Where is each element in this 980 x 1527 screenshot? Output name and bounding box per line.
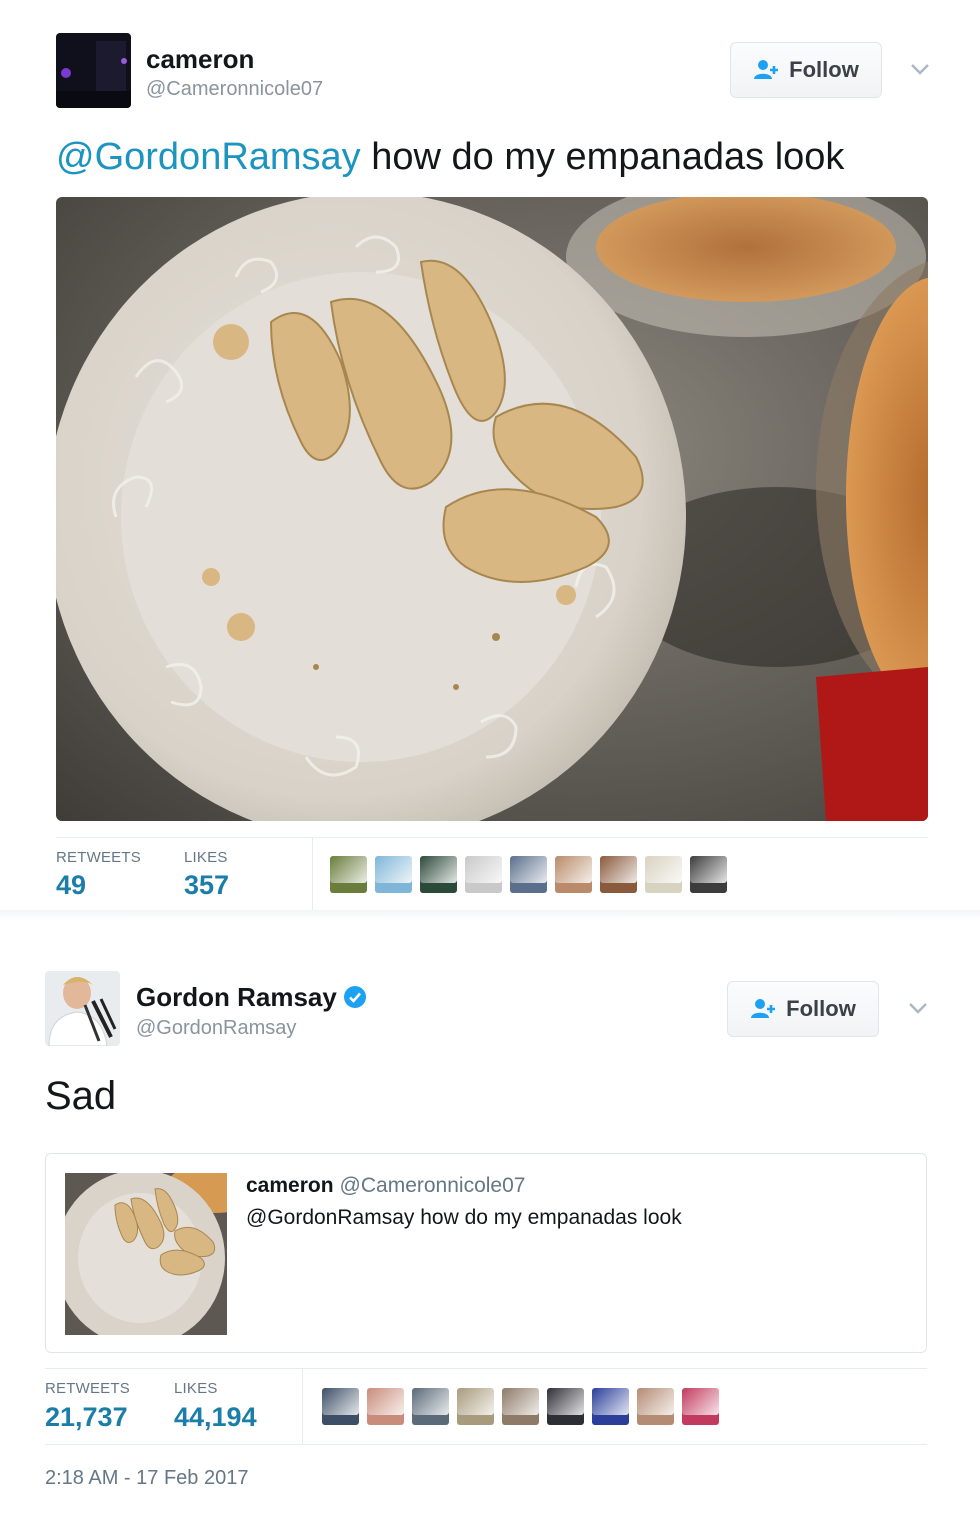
avatar[interactable] bbox=[56, 33, 131, 108]
liker-avatar[interactable] bbox=[682, 1388, 719, 1425]
liker-avatar[interactable] bbox=[555, 856, 592, 893]
display-name-text: Gordon Ramsay bbox=[136, 982, 337, 1012]
quoted-user[interactable]: cameron @Cameronnicole07 bbox=[246, 1174, 525, 1198]
liker-avatar[interactable] bbox=[420, 856, 457, 893]
avatar[interactable] bbox=[45, 971, 120, 1046]
follow-label: Follow bbox=[786, 996, 856, 1021]
user-handle[interactable]: @GordonRamsay bbox=[136, 1017, 296, 1040]
quoted-tweet-photo[interactable] bbox=[65, 1173, 227, 1335]
liker-avatar[interactable] bbox=[502, 1388, 539, 1425]
liker-avatar[interactable] bbox=[637, 1388, 674, 1425]
stats-top-divider bbox=[56, 837, 928, 838]
quoted-handle: @Cameronnicole07 bbox=[339, 1174, 526, 1197]
retweets-count[interactable]: 49 bbox=[56, 870, 86, 901]
tweet-cameron: cameron @Cameronnicole07 Follow @GordonR… bbox=[0, 0, 980, 912]
stats-vertical-divider bbox=[302, 1368, 303, 1444]
stats-top-divider bbox=[45, 1368, 927, 1369]
display-name[interactable]: Gordon Ramsay bbox=[136, 982, 367, 1013]
follow-button[interactable]: Follow bbox=[730, 42, 882, 98]
liker-avatars bbox=[322, 1388, 719, 1425]
mention-link[interactable]: @GordonRamsay bbox=[56, 136, 361, 178]
tweet-timestamp[interactable]: 2:18 AM - 17 Feb 2017 bbox=[45, 1467, 248, 1490]
quoted-display-name: cameron bbox=[246, 1174, 334, 1197]
tweet-text: Sad bbox=[45, 1074, 117, 1118]
liker-avatars bbox=[330, 856, 727, 893]
likes-count[interactable]: 44,194 bbox=[174, 1402, 257, 1433]
liker-avatar[interactable] bbox=[645, 856, 682, 893]
likes-label: LIKES bbox=[174, 1380, 218, 1397]
tweet-text: @GordonRamsay how do my empanadas look bbox=[56, 136, 844, 179]
quoted-tweet-card[interactable]: cameron @Cameronnicole07 @GordonRamsay ho… bbox=[45, 1153, 927, 1353]
liker-avatar[interactable] bbox=[330, 856, 367, 893]
display-name[interactable]: cameron bbox=[146, 44, 254, 75]
tweet-photo[interactable] bbox=[56, 197, 928, 821]
retweets-label: RETWEETS bbox=[45, 1380, 130, 1397]
tweet-gordon-ramsay: Gordon Ramsay @GordonRamsay Follow Sad c… bbox=[0, 918, 980, 1527]
liker-avatar[interactable] bbox=[547, 1388, 584, 1425]
liker-avatar[interactable] bbox=[322, 1388, 359, 1425]
liker-avatar[interactable] bbox=[600, 856, 637, 893]
stats-bottom-divider bbox=[45, 1444, 927, 1445]
user-handle[interactable]: @Cameronnicole07 bbox=[146, 78, 323, 101]
liker-avatar[interactable] bbox=[412, 1388, 449, 1425]
verified-badge-icon bbox=[343, 986, 366, 1008]
liker-avatar[interactable] bbox=[457, 1388, 494, 1425]
liker-avatar[interactable] bbox=[367, 1388, 404, 1425]
liker-avatar[interactable] bbox=[375, 856, 412, 893]
follow-button[interactable]: Follow bbox=[727, 981, 879, 1037]
retweets-label: RETWEETS bbox=[56, 849, 141, 866]
tweet-body: how do my empanadas look bbox=[360, 136, 845, 178]
follow-label: Follow bbox=[789, 57, 859, 82]
add-user-icon bbox=[754, 60, 779, 79]
add-user-icon bbox=[751, 999, 776, 1018]
liker-avatar[interactable] bbox=[592, 1388, 629, 1425]
chevron-down-icon[interactable] bbox=[906, 996, 930, 1020]
liker-avatar[interactable] bbox=[465, 856, 502, 893]
quoted-tweet-text: @GordonRamsay how do my empanadas look bbox=[246, 1206, 682, 1229]
likes-count[interactable]: 357 bbox=[184, 870, 229, 901]
liker-avatar[interactable] bbox=[690, 856, 727, 893]
stats-vertical-divider bbox=[312, 837, 313, 911]
likes-label: LIKES bbox=[184, 849, 228, 866]
retweets-count[interactable]: 21,737 bbox=[45, 1402, 128, 1433]
chevron-down-icon[interactable] bbox=[908, 57, 932, 81]
liker-avatar[interactable] bbox=[510, 856, 547, 893]
